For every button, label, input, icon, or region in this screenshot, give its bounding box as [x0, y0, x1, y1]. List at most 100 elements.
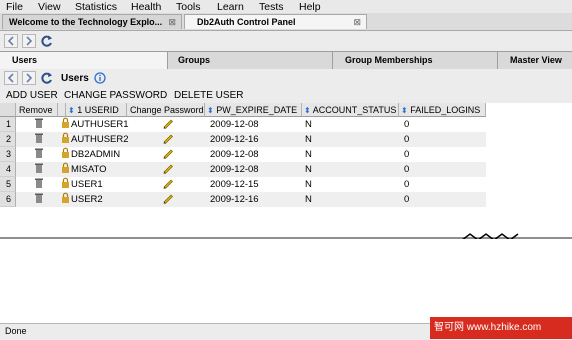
sort-icon: ⬍ — [68, 106, 75, 115]
account-status-cell: N — [305, 179, 312, 190]
account-status-cell: N — [305, 149, 312, 160]
header-pw-expire-label: PW_EXPIRE_DATE — [216, 105, 298, 115]
edit-pencil-icon[interactable] — [162, 147, 174, 162]
userid-cell: MISATO — [71, 164, 107, 175]
header-change-password[interactable]: Change Password — [127, 103, 205, 117]
table-row[interactable]: 2 AUTHUSER2 2009-12-16 N 0 — [0, 132, 486, 147]
sort-icon: ⬍ — [207, 106, 214, 115]
chevron-left-icon — [7, 36, 14, 46]
header-pw-expire[interactable]: ⬍ PW_EXPIRE_DATE — [205, 103, 302, 117]
row-number: 3 — [0, 147, 16, 162]
users-table: Remove ⬍ 1 USERID Change Password ⬍ PW_E… — [0, 103, 572, 237]
menu-view[interactable]: View — [38, 1, 61, 13]
refresh-icon — [41, 72, 52, 84]
failed-logins-cell: 0 — [404, 119, 410, 130]
tab-db2auth-label: Db2Auth Control Panel — [197, 17, 296, 27]
tab-welcome-label: Welcome to the Technology Explo... — [9, 17, 163, 27]
pw-expire-cell: 2009-12-16 — [210, 134, 259, 145]
delete-user-link[interactable]: DELETE USER — [174, 90, 243, 101]
pw-expire-cell: 2009-12-16 — [210, 194, 259, 205]
menu-health[interactable]: Health — [131, 1, 161, 13]
table-row[interactable]: 5 USER1 2009-12-15 N 0 — [0, 177, 486, 192]
chevron-right-icon — [26, 73, 33, 83]
account-status-cell: N — [305, 134, 312, 145]
failed-logins-cell: 0 — [404, 164, 410, 175]
tab-welcome[interactable]: Welcome to the Technology Explo... ⊠ — [2, 14, 182, 29]
header-failed-logins-label: FAILED_LOGINS — [410, 105, 481, 115]
header-account-status-label: ACCOUNT_STATUS — [312, 105, 397, 115]
menu-tests[interactable]: Tests — [259, 1, 284, 13]
trash-icon[interactable] — [34, 147, 44, 162]
header-account-status[interactable]: ⬍ ACCOUNT_STATUS — [302, 103, 399, 117]
account-status-cell: N — [305, 119, 312, 130]
back-button[interactable] — [4, 34, 18, 48]
tab-db2auth[interactable]: Db2Auth Control Panel ⊠ — [184, 14, 367, 29]
trash-icon[interactable] — [34, 192, 44, 207]
account-status-cell: N — [305, 194, 312, 205]
forward-button[interactable] — [22, 71, 36, 85]
failed-logins-cell: 0 — [404, 194, 410, 205]
lock-icon — [60, 147, 70, 162]
failed-logins-cell: 0 — [404, 179, 410, 190]
tab-group-memberships[interactable]: Group Memberships — [333, 52, 498, 69]
back-button[interactable] — [4, 71, 18, 85]
lock-icon — [60, 132, 70, 147]
section-title: Users — [61, 73, 89, 84]
userid-cell: AUTHUSER2 — [71, 134, 129, 145]
menu-help[interactable]: Help — [299, 1, 321, 13]
refresh-button[interactable] — [40, 71, 54, 85]
row-number: 4 — [0, 162, 16, 177]
row-number: 5 — [0, 177, 16, 192]
header-userid[interactable]: ⬍ 1 USERID — [66, 103, 127, 117]
lock-icon — [60, 177, 70, 192]
users-toolbar: Users — [0, 69, 572, 88]
header-failed-logins[interactable]: ⬍ FAILED_LOGINS — [399, 103, 486, 117]
account-status-cell: N — [305, 164, 312, 175]
table-row[interactable]: 3 DB2ADMIN 2009-12-08 N 0 — [0, 147, 486, 162]
forward-button[interactable] — [22, 34, 36, 48]
row-number: 2 — [0, 132, 16, 147]
trash-icon[interactable] — [34, 162, 44, 177]
chevron-right-icon — [26, 36, 33, 46]
status-text: Done — [5, 326, 27, 336]
menu-statistics[interactable]: Statistics — [75, 1, 117, 13]
tab-users[interactable]: Users — [0, 52, 168, 69]
refresh-button[interactable] — [40, 34, 54, 48]
userid-cell: DB2ADMIN — [71, 149, 121, 160]
add-user-link[interactable]: ADD USER — [6, 90, 58, 101]
menu-tools[interactable]: Tools — [176, 1, 201, 13]
user-actions: ADD USER CHANGE PASSWORD DELETE USER — [0, 89, 572, 103]
pw-expire-cell: 2009-12-08 — [210, 149, 259, 160]
trash-icon[interactable] — [34, 117, 44, 132]
header-remove[interactable]: Remove — [16, 103, 58, 117]
table-row[interactable]: 4 MISATO 2009-12-08 N 0 — [0, 162, 486, 177]
row-number: 6 — [0, 192, 16, 207]
header-corner — [0, 103, 16, 117]
main-tab-bar: Welcome to the Technology Explo... ⊠ Db2… — [0, 13, 572, 31]
trash-icon[interactable] — [34, 132, 44, 147]
tab-groups[interactable]: Groups — [168, 52, 333, 69]
trash-icon[interactable] — [34, 177, 44, 192]
table-row[interactable]: 1 AUTHUSER1 2009-12-08 N 0 — [0, 117, 486, 132]
header-spacer — [58, 103, 66, 117]
edit-pencil-icon[interactable] — [162, 192, 174, 207]
menu-file[interactable]: File — [6, 1, 23, 13]
edit-pencil-icon[interactable] — [162, 177, 174, 192]
pw-expire-cell: 2009-12-08 — [210, 164, 259, 175]
userid-cell: USER2 — [71, 194, 103, 205]
edit-pencil-icon[interactable] — [162, 117, 174, 132]
table-row[interactable]: 6 USER2 2009-12-16 N 0 — [0, 192, 486, 207]
failed-logins-cell: 0 — [404, 134, 410, 145]
failed-logins-cell: 0 — [404, 149, 410, 160]
change-password-link[interactable]: CHANGE PASSWORD — [64, 90, 167, 101]
menu-learn[interactable]: Learn — [217, 1, 244, 13]
close-icon[interactable]: ⊠ — [168, 15, 176, 30]
lock-icon — [60, 117, 70, 132]
edit-pencil-icon[interactable] — [162, 132, 174, 147]
refresh-icon — [41, 35, 52, 47]
header-userid-label: 1 USERID — [77, 105, 119, 115]
tab-master-view[interactable]: Master View — [498, 52, 572, 69]
close-icon[interactable]: ⊠ — [353, 15, 361, 30]
info-icon[interactable] — [94, 72, 106, 87]
edit-pencil-icon[interactable] — [162, 162, 174, 177]
